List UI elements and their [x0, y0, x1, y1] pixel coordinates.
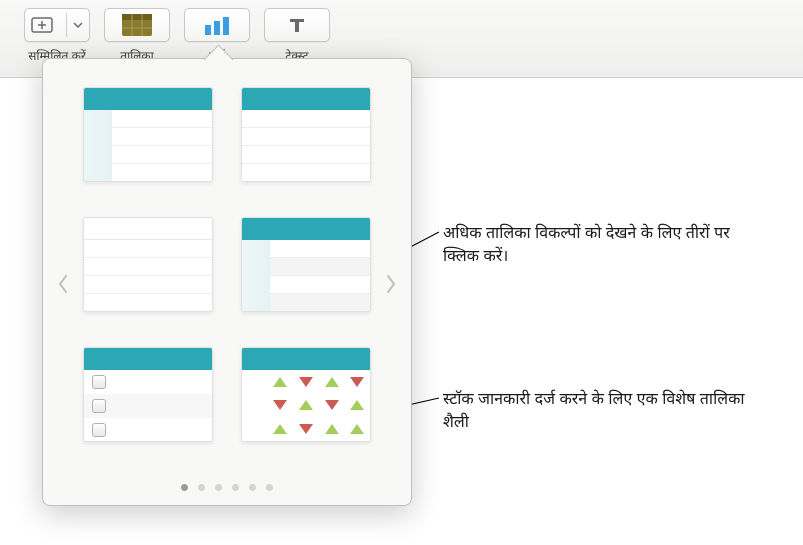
- callout-arrows: अधिक तालिका विकल्पों को देखने के लिए तीर…: [395, 222, 763, 268]
- table-styles-popover: [42, 58, 412, 506]
- page-dot[interactable]: [232, 484, 239, 491]
- text-t-icon: [287, 15, 307, 35]
- callout-text: स्टॉक जानकारी दर्ज करने के लिए एक विशेष …: [443, 388, 753, 434]
- table-style-header-plain[interactable]: [241, 87, 371, 182]
- table-button[interactable]: [104, 8, 170, 42]
- chevron-down-icon: [73, 22, 83, 28]
- next-page-arrow[interactable]: [379, 254, 403, 314]
- page-dot[interactable]: [249, 484, 256, 491]
- table-style-stock[interactable]: [241, 347, 371, 442]
- page-indicator: [43, 484, 411, 491]
- toolbar-item-insert: सम्मिलित करें: [20, 8, 94, 64]
- insert-button[interactable]: [24, 8, 90, 42]
- bar-chart-icon: [203, 15, 231, 35]
- page-dot[interactable]: [198, 484, 205, 491]
- page-dot[interactable]: [181, 484, 188, 491]
- toolbar-item-table: तालिका: [100, 8, 174, 64]
- table-grid-icon: [122, 14, 152, 36]
- chart-button[interactable]: [184, 8, 250, 42]
- table-style-header-leftcol-striped[interactable]: [241, 217, 371, 312]
- page-dot[interactable]: [266, 484, 273, 491]
- toolbar-item-text: टेक्स्ट: [260, 8, 334, 64]
- prev-page-arrow[interactable]: [51, 254, 75, 314]
- plus-box-icon: [31, 17, 53, 33]
- table-styles-grid: [43, 59, 411, 467]
- text-button[interactable]: [264, 8, 330, 42]
- callout-text: अधिक तालिका विकल्पों को देखने के लिए तीर…: [443, 222, 763, 268]
- chevron-left-icon: [57, 274, 69, 294]
- page-dot[interactable]: [215, 484, 222, 491]
- table-style-header-leftcol[interactable]: [83, 87, 213, 182]
- chevron-right-icon: [385, 274, 397, 294]
- table-style-checklist[interactable]: [83, 347, 213, 442]
- table-style-minimal[interactable]: [83, 217, 213, 312]
